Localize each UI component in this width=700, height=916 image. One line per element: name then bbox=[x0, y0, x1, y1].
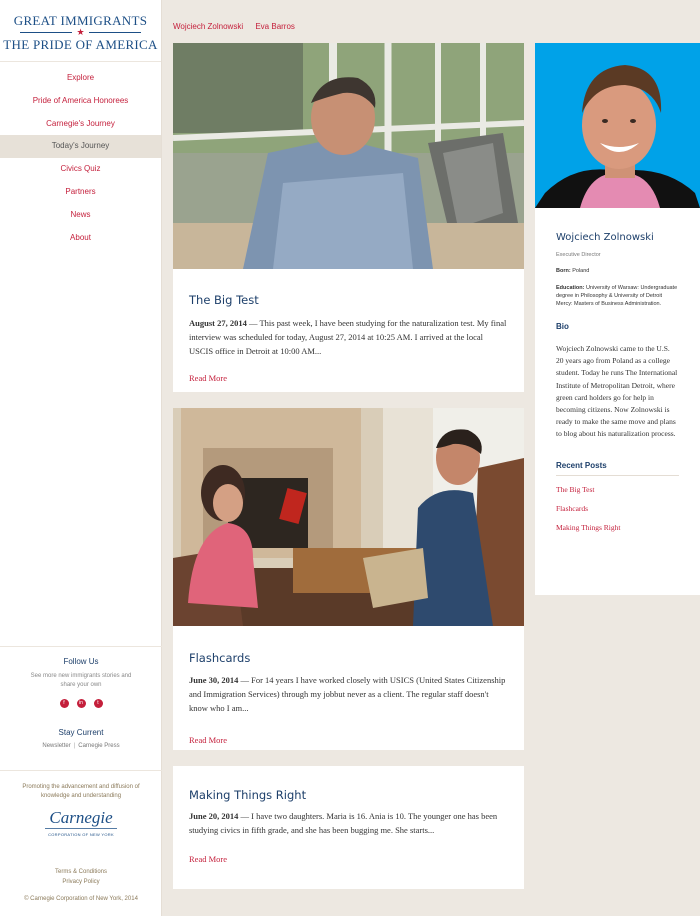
logo-title: GREAT IMMIGRANTS bbox=[13, 13, 148, 28]
post-photo[interactable] bbox=[173, 408, 524, 626]
terms-link[interactable]: Terms & Conditions bbox=[0, 867, 162, 877]
nav-news[interactable]: News bbox=[0, 204, 161, 227]
post-excerpt: August 27, 2014 — This past week, I have… bbox=[189, 318, 507, 356]
stay-current-section: Stay Current Newsletter | Carnegie Press bbox=[0, 728, 162, 749]
recent-post-link[interactable]: The Big Test bbox=[556, 485, 679, 494]
immigrant-name-links: Wojciech Zolnowski Eva Barros bbox=[173, 22, 305, 31]
post-title[interactable]: Making Things Right bbox=[189, 788, 508, 802]
carnegie-logo[interactable]: Carnegie CORPORATION OF NEW YORK bbox=[0, 809, 162, 837]
post-title[interactable]: The Big Test bbox=[189, 293, 508, 307]
post-card: Making Things Right June 20, 2014 — I ha… bbox=[173, 766, 524, 889]
bio-text: Wojciech Zolnowski came to the U.S. 20 y… bbox=[556, 344, 678, 439]
nav-pride-of-america-honorees[interactable]: Pride of America Honorees bbox=[0, 90, 161, 113]
read-more-link[interactable]: Read More bbox=[189, 373, 227, 383]
profile-education: Education: University of Warsaw: Undergr… bbox=[556, 285, 678, 307]
follow-us-heading: Follow Us bbox=[63, 657, 99, 666]
read-more-link[interactable]: Read More bbox=[189, 854, 227, 864]
stay-current-heading: Stay Current bbox=[58, 728, 104, 737]
profile-name: Wojciech Zolnowski bbox=[556, 232, 654, 243]
bio-heading: Bio bbox=[556, 322, 569, 331]
post-title[interactable]: Flashcards bbox=[189, 651, 508, 665]
follow-us-section: Follow Us See more new immigrants storie… bbox=[0, 646, 162, 749]
profile-panel: Wojciech Zolnowski Executive Director Bo… bbox=[535, 43, 700, 595]
follow-us-text: See more new immigrants stories and shar… bbox=[30, 673, 132, 688]
post-card: The Big Test August 27, 2014 — This past… bbox=[173, 43, 524, 392]
profile-born: Born: Poland bbox=[556, 268, 590, 274]
promo-text: Promoting the advancement and diffusion … bbox=[22, 784, 140, 799]
name-link-eva[interactable]: Eva Barros bbox=[255, 22, 295, 31]
main-nav: Explore Pride of America Honorees Carneg… bbox=[0, 67, 161, 249]
left-sidebar: GREAT IMMIGRANTS ★ THE PRIDE OF AMERICA … bbox=[0, 0, 162, 916]
facebook-icon[interactable]: f bbox=[59, 699, 69, 708]
name-link-wojciech[interactable]: Wojciech Zolnowski bbox=[173, 22, 243, 31]
post-excerpt: June 30, 2014 — For 14 years I have work… bbox=[189, 675, 506, 713]
privacy-link[interactable]: Privacy Policy bbox=[0, 877, 162, 887]
read-more-link[interactable]: Read More bbox=[189, 735, 227, 745]
nav-partners[interactable]: Partners bbox=[0, 181, 161, 204]
post-date: June 20, 2014 bbox=[189, 811, 239, 821]
post-photo[interactable] bbox=[173, 43, 524, 269]
post-card: Flashcards June 30, 2014 — For 14 years … bbox=[173, 408, 524, 750]
twitter-icon[interactable]: t bbox=[93, 699, 103, 708]
nav-explore[interactable]: Explore bbox=[0, 67, 161, 90]
copyright: © Carnegie Corporation of New York, 2014 bbox=[24, 896, 138, 902]
social-links: f in t bbox=[0, 699, 162, 708]
post-date: August 27, 2014 bbox=[189, 318, 247, 328]
nav-carnegies-journey[interactable]: Carnegie's Journey bbox=[0, 113, 161, 136]
nav-civics-quiz[interactable]: Civics Quiz bbox=[0, 158, 161, 181]
post-date: June 30, 2014 bbox=[189, 675, 239, 685]
post-excerpt: June 20, 2014 — I have two daughters. Ma… bbox=[189, 811, 498, 835]
logo-subtitle: THE PRIDE OF AMERICA bbox=[3, 37, 158, 52]
carnegie-promo: Promoting the advancement and diffusion … bbox=[0, 770, 162, 837]
carnegie-press-link[interactable]: Carnegie Press bbox=[78, 743, 119, 749]
star-icon: ★ bbox=[76, 27, 85, 37]
recent-post-link[interactable]: Flashcards bbox=[556, 504, 679, 513]
newsletter-link[interactable]: Newsletter bbox=[42, 743, 70, 749]
nav-about[interactable]: About bbox=[0, 227, 161, 250]
profile-photo bbox=[535, 43, 700, 208]
site-logo[interactable]: GREAT IMMIGRANTS ★ THE PRIDE OF AMERICA bbox=[0, 0, 161, 62]
recent-posts-heading: Recent Posts bbox=[556, 461, 679, 476]
profile-title: Executive Director bbox=[556, 252, 601, 258]
nav-todays-journey[interactable]: Today's Journey bbox=[0, 135, 161, 159]
recent-post-link[interactable]: Making Things Right bbox=[556, 523, 679, 532]
google-plus-icon[interactable]: in bbox=[76, 699, 86, 708]
